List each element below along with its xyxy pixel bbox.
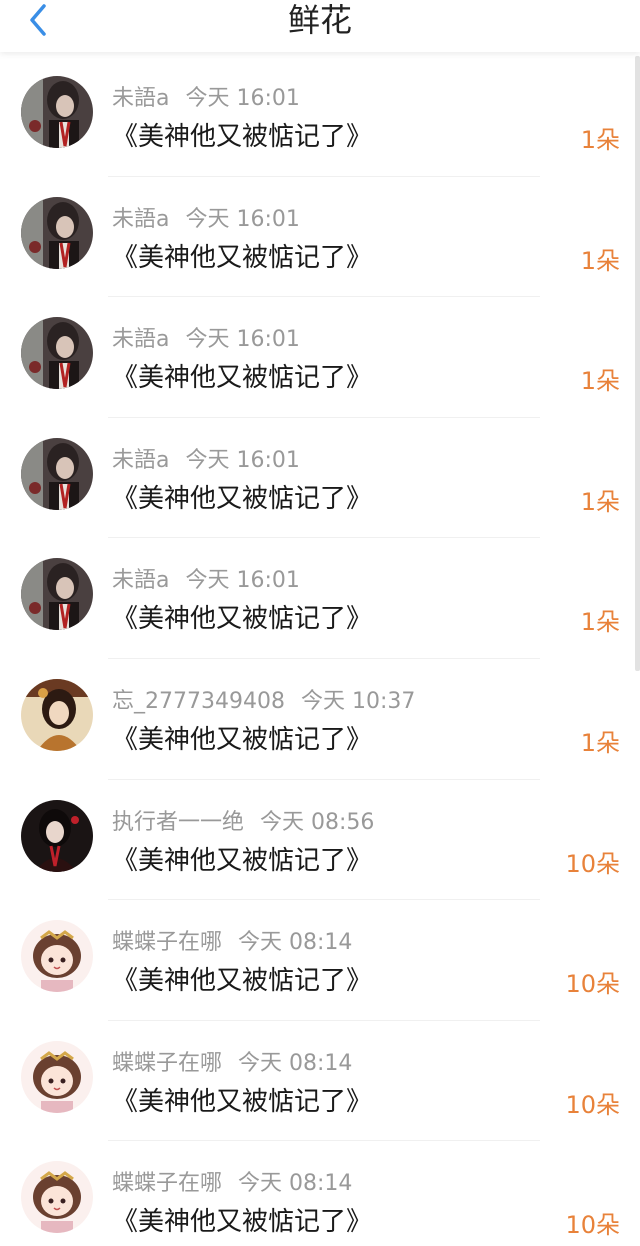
- username: 执行者一一绝: [112, 809, 245, 835]
- username: 未語a: [112, 327, 170, 353]
- timestamp: 今天 16:01: [185, 206, 300, 232]
- flower-count: 10朵: [565, 970, 620, 999]
- timestamp: 今天 08:14: [238, 1050, 353, 1076]
- list-item[interactable]: 未語a 今天 16:01 《美神他又被惦记了》 1朵: [0, 418, 640, 539]
- dark-portrait-avatar[interactable]: [21, 76, 93, 148]
- timestamp: 今天 16:01: [185, 86, 300, 111]
- book-title: 《美神他又被惦记了》: [112, 363, 373, 394]
- flower-count: 1朵: [580, 608, 620, 637]
- chibi-girl-avatar[interactable]: [21, 1161, 93, 1234]
- timestamp: 今天 16:01: [185, 447, 300, 473]
- dark-portrait-avatar[interactable]: [21, 196, 93, 269]
- username: 未語a: [112, 568, 170, 594]
- username: 忘_2777349408: [112, 688, 285, 714]
- flower-list: 未語a 今天 16:01 《美神他又被惦记了》 1朵 未語a 今天 16:01 《美…: [0, 56, 640, 1246]
- timestamp: 今天 10:37: [300, 688, 416, 714]
- username: 未語a: [112, 447, 170, 473]
- flower-count: 1朵: [580, 246, 620, 275]
- flower-count: 10朵: [565, 1090, 620, 1119]
- username: 蝶蝶子在哪: [112, 1050, 223, 1076]
- warm-portrait-avatar[interactable]: [21, 678, 93, 751]
- list-item[interactable]: 蝶蝶子在哪 今天 08:14 《美神他又被惦记了》 10朵: [0, 1021, 640, 1142]
- list-item[interactable]: 未語a 今天 16:01 《美神他又被惦记了》 1朵: [0, 297, 640, 418]
- list-item[interactable]: 蝶蝶子在哪 今天 08:14 《美神他又被惦记了》 10朵: [0, 900, 640, 1021]
- list-item[interactable]: 蝶蝶子在哪 今天 08:14 《美神他又被惦记了》 10朵: [0, 1141, 640, 1246]
- book-title: 《美神他又被惦记了》: [112, 845, 373, 876]
- list-item[interactable]: 执行者一一绝 今天 08:56 《美神他又被惦记了》 10朵: [0, 780, 640, 901]
- chibi-girl-avatar[interactable]: [21, 920, 93, 993]
- timestamp: 今天 16:01: [185, 568, 300, 594]
- flower-count: 1朵: [580, 487, 620, 516]
- username: 蝶蝶子在哪: [112, 930, 223, 956]
- flower-count: 10朵: [565, 1211, 620, 1240]
- flowers-screen: 鲜花 未語a 今天 16:01 《美神他又被惦记了》 1朵 未語a 今天 16:01…: [0, 0, 640, 1246]
- flower-count: 1朵: [580, 367, 620, 396]
- dark-portrait-avatar[interactable]: [21, 317, 93, 390]
- username: 蝶蝶子在哪: [112, 1171, 223, 1197]
- top-bar: 鲜花: [0, 0, 640, 52]
- book-title: 《美神他又被惦记了》: [112, 483, 373, 514]
- black-red-portrait-avatar[interactable]: [21, 799, 93, 872]
- list-item[interactable]: 忘_2777349408 今天 10:37 《美神他又被惦记了》 1朵: [0, 659, 640, 780]
- list-item[interactable]: 未語a 今天 16:01 《美神他又被惦记了》 1朵: [0, 538, 640, 659]
- dark-portrait-avatar[interactable]: [21, 558, 93, 631]
- timestamp: 今天 08:14: [238, 1171, 353, 1197]
- dark-portrait-avatar[interactable]: [21, 437, 93, 510]
- scrollbar[interactable]: [635, 56, 640, 671]
- timestamp: 今天 08:56: [260, 809, 375, 835]
- list-item[interactable]: 未語a 今天 16:01 《美神他又被惦记了》 1朵: [0, 56, 640, 177]
- username: 未語a: [112, 206, 170, 232]
- book-title: 《美神他又被惦记了》: [112, 242, 373, 273]
- page-title: 鲜花: [287, 1, 352, 39]
- book-title: 《美神他又被惦记了》: [112, 604, 373, 635]
- chibi-girl-avatar[interactable]: [21, 1040, 93, 1113]
- flower-count: 1朵: [580, 126, 620, 154]
- book-title: 《美神他又被惦记了》: [112, 966, 373, 997]
- book-title: 《美神他又被惦记了》: [112, 1207, 373, 1238]
- book-title: 《美神他又被惦记了》: [112, 1086, 373, 1117]
- book-title: 《美神他又被惦记了》: [112, 122, 373, 152]
- username: 未語a: [112, 86, 170, 111]
- flower-count: 10朵: [565, 849, 620, 878]
- timestamp: 今天 16:01: [185, 327, 300, 353]
- book-title: 《美神他又被惦记了》: [112, 724, 373, 755]
- flower-count: 1朵: [580, 728, 620, 757]
- list-item[interactable]: 未語a 今天 16:01 《美神他又被惦记了》 1朵: [0, 177, 640, 298]
- timestamp: 今天 08:14: [238, 930, 353, 956]
